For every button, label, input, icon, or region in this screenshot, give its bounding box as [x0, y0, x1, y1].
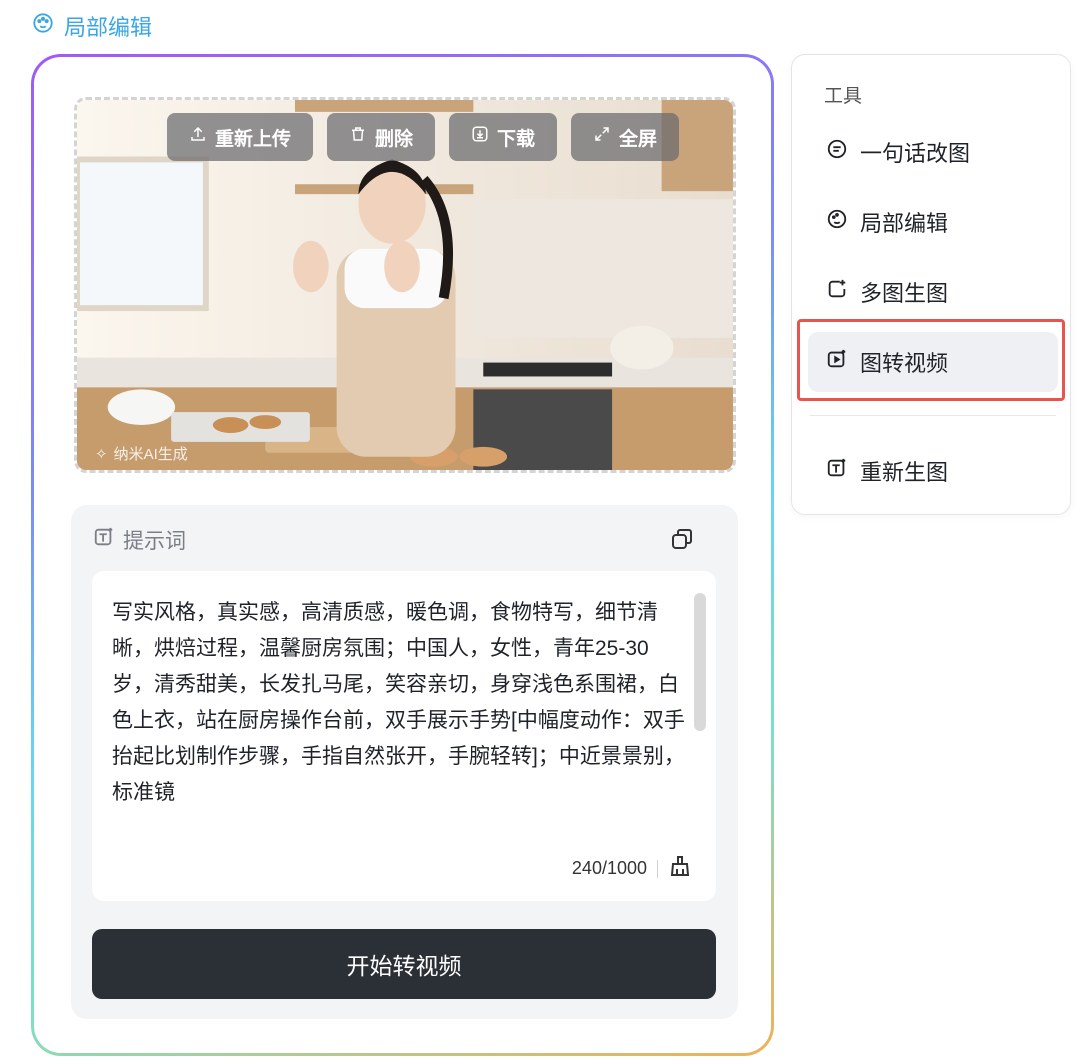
start-convert-button[interactable]: 开始转视频 [92, 929, 716, 999]
reupload-label: 重新上传 [215, 128, 292, 150]
download-icon [471, 125, 489, 149]
char-count: 240/1000 [571, 858, 647, 878]
multi-image-icon [826, 278, 848, 306]
fullscreen-button[interactable]: 全屏 [571, 113, 680, 161]
tool-item-regenerate[interactable]: 重新生图 [808, 441, 1058, 501]
palette-icon [32, 12, 54, 40]
prompt-textarea[interactable]: 写实风格，真实感，高清质感，暖色调，食物特写，细节清晰，烘焙过程，温馨厨房氛围；… [92, 571, 716, 901]
ai-watermark: ✧ 纳米AI生成 [95, 443, 188, 464]
main-card-border: 重新上传 删除 下载 全屏 ✧ 纳米AI生成 提示词 写实风格，真实感，高清质感… [31, 54, 774, 1056]
tool-item-label: 多图生图 [860, 281, 949, 306]
download-label: 下载 [497, 128, 536, 150]
prompt-panel: 提示词 写实风格，真实感，高清质感，暖色调，食物特写，细节清晰，烘焙过程，温馨厨… [71, 505, 738, 1019]
tool-item-label: 一句话改图 [860, 141, 971, 166]
chat-bubble-icon [826, 138, 848, 166]
tool-item-local-edit[interactable]: 局部编辑 [808, 192, 1058, 252]
expand-icon [593, 125, 611, 149]
delete-label: 删除 [375, 128, 414, 150]
download-button[interactable]: 下载 [449, 113, 558, 161]
prompt-header: 提示词 [93, 525, 186, 555]
tool-item-label: 重新生图 [860, 460, 949, 485]
tool-item-label: 局部编辑 [860, 211, 949, 236]
text-image-icon [93, 526, 115, 554]
copy-icon [670, 529, 694, 555]
palette-icon [826, 208, 848, 236]
main-card: 重新上传 删除 下载 全屏 ✧ 纳米AI生成 提示词 写实风格，真实感，高清质感… [34, 57, 771, 1053]
delete-button[interactable]: 删除 [327, 113, 436, 161]
broom-icon[interactable] [668, 854, 692, 883]
divider [657, 859, 658, 878]
prompt-text[interactable]: 写实风格，真实感，高清质感，暖色调，食物特写，细节清晰，烘焙过程，温馨厨房氛围；… [112, 595, 686, 847]
prompt-label: 提示词 [123, 530, 186, 553]
tools-divider [810, 415, 1056, 416]
sparkle-icon: ✧ [95, 445, 108, 463]
page-title-text: 局部编辑 [64, 15, 153, 40]
watermark-text: 纳米AI生成 [113, 446, 188, 463]
tools-panel: 工具 一句话改图 局部编辑 多图生图 图转视频 重新生图 [791, 54, 1071, 515]
upload-icon [189, 125, 207, 149]
prompt-scrollbar[interactable] [694, 593, 706, 731]
image-preview[interactable]: 重新上传 删除 下载 全屏 ✧ 纳米AI生成 [74, 97, 736, 473]
tool-item-multi-image[interactable]: 多图生图 [808, 262, 1058, 322]
tools-title: 工具 [824, 86, 863, 107]
text-image-icon [826, 457, 848, 485]
fullscreen-label: 全屏 [619, 128, 658, 150]
copy-button[interactable] [670, 527, 694, 551]
image-toolbar: 重新上传 删除 下载 全屏 [167, 113, 680, 161]
trash-icon [349, 125, 367, 149]
highlight-box [797, 319, 1065, 401]
tool-item-text-edit[interactable]: 一句话改图 [808, 122, 1058, 182]
page-title: 局部编辑 [32, 10, 152, 42]
char-counter: 240/1000 [572, 854, 692, 883]
reupload-button[interactable]: 重新上传 [167, 113, 314, 161]
